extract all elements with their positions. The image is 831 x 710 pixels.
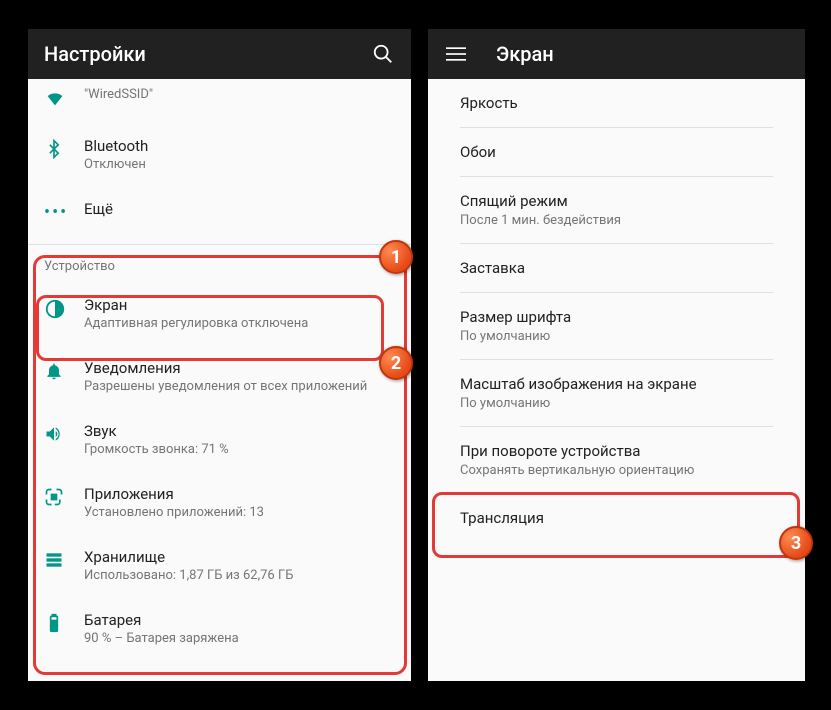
row-sleep[interactable]: Спящий режим После 1 мин. бездействия [428, 177, 805, 243]
row-display[interactable]: Экран Адаптивная регулировка отключена [28, 282, 411, 345]
row-screensaver[interactable]: Заставка [428, 244, 805, 292]
row-notifications[interactable]: Уведомления Разрешены уведомления от все… [28, 345, 411, 408]
displaysize-title: Масштаб изображения на экране [460, 375, 773, 393]
display-sub: Адаптивная регулировка отключена [84, 316, 395, 331]
rotate-sub: Сохранять вертикальную ориентацию [460, 463, 773, 478]
bluetooth-title: Bluetooth [84, 137, 395, 155]
row-fontsize[interactable]: Размер шрифта По умолчанию [428, 293, 805, 359]
battery-title: Батарея [84, 611, 395, 629]
notifications-title: Уведомления [84, 359, 395, 377]
appbar-title-right: Экран [496, 42, 789, 66]
row-apps[interactable]: Приложения Установлено приложений: 13 [28, 471, 411, 534]
sound-sub: Громкость звонка: 71 % [84, 442, 395, 457]
row-displaysize[interactable]: Масштаб изображения на экране По умолчан… [428, 360, 805, 426]
apps-icon [44, 485, 84, 507]
search-icon[interactable] [371, 42, 395, 66]
hamburger-icon[interactable] [444, 42, 468, 66]
sound-icon [44, 422, 84, 444]
battery-sub: 90 % – Батарея заряжена [84, 631, 395, 646]
wallpaper-label: Обои [460, 143, 773, 161]
row-more[interactable]: ••• Ещё [28, 186, 411, 244]
storage-title: Хранилище [84, 548, 395, 566]
brightness-label: Яркость [460, 94, 773, 112]
display-title: Экран [84, 296, 395, 314]
more-icon: ••• [44, 200, 84, 223]
display-icon [44, 296, 84, 320]
settings-list: Wi-Fi "WiredSSID" Bluetooth Отключен •••… [28, 79, 411, 660]
step-badge-3: 3 [779, 526, 813, 560]
row-cast[interactable]: Трансляция [428, 494, 805, 542]
row-rotate[interactable]: При повороте устройства Сохранять вертик… [428, 427, 805, 493]
wifi-sub: "WiredSSID" [84, 87, 395, 102]
screensaver-label: Заставка [460, 259, 773, 277]
appbar-display: Экран [428, 29, 805, 79]
row-battery[interactable]: Батарея 90 % – Батарея заряжена [28, 597, 411, 660]
row-bluetooth[interactable]: Bluetooth Отключен [28, 123, 411, 186]
display-list: Яркость Обои Спящий режим После 1 мин. б… [428, 79, 805, 542]
storage-icon [44, 548, 84, 570]
more-title: Ещё [84, 200, 395, 218]
settings-screen: Настройки Wi-Fi "WiredSSID" Bluetooth От… [28, 29, 411, 681]
sound-title: Звук [84, 422, 395, 440]
fontsize-sub: По умолчанию [460, 329, 773, 344]
fontsize-title: Размер шрифта [460, 308, 773, 326]
row-sound[interactable]: Звук Громкость звонка: 71 % [28, 408, 411, 471]
rotate-title: При повороте устройства [460, 442, 773, 460]
appbar-title: Настройки [44, 42, 371, 66]
step-badge-1: 1 [379, 240, 413, 274]
display-screen: Экран Яркость Обои Спящий режим После 1 … [428, 29, 805, 681]
sleep-sub: После 1 мин. бездействия [460, 213, 773, 228]
wifi-icon [44, 85, 84, 109]
apps-sub: Установлено приложений: 13 [84, 505, 395, 520]
step-badge-2: 2 [379, 346, 413, 380]
row-wallpaper[interactable]: Обои [428, 128, 805, 176]
cast-label: Трансляция [460, 509, 773, 527]
row-brightness[interactable]: Яркость [428, 79, 805, 127]
notifications-sub: Разрешены уведомления от всех приложений [84, 379, 395, 394]
sleep-title: Спящий режим [460, 192, 773, 210]
apps-title: Приложения [84, 485, 395, 503]
storage-sub: Использовано: 1,87 ГБ из 62,76 ГБ [84, 568, 395, 583]
bluetooth-icon [44, 137, 84, 159]
displaysize-sub: По умолчанию [460, 396, 773, 411]
section-device: Устройство [28, 245, 411, 282]
row-storage[interactable]: Хранилище Использовано: 1,87 ГБ из 62,76… [28, 534, 411, 597]
appbar-settings: Настройки [28, 29, 411, 79]
bluetooth-sub: Отключен [84, 157, 395, 172]
battery-icon [44, 611, 84, 633]
row-wifi[interactable]: Wi-Fi "WiredSSID" [28, 79, 411, 123]
bell-icon [44, 359, 84, 381]
